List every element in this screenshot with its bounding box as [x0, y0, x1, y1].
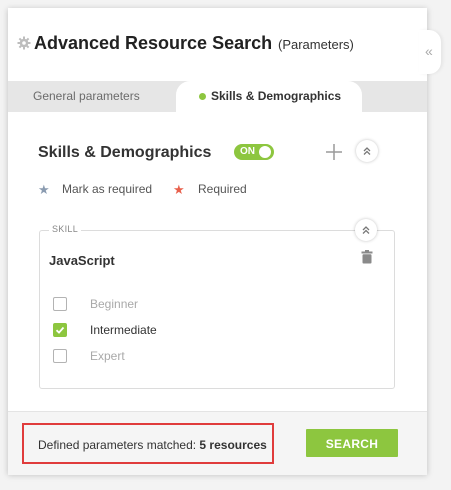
section-toggle[interactable]: ON [234, 144, 274, 160]
double-chevron-left-icon: « [425, 43, 433, 59]
toggle-knob [259, 146, 271, 158]
section-title: Skills & Demographics [38, 144, 212, 161]
mark-required-star-icon: ★ [38, 182, 50, 197]
chevron-up-icon [362, 226, 370, 234]
match-count: 5 resources [199, 438, 267, 452]
collapse-section-button[interactable] [356, 140, 378, 162]
tab-skills-demographics[interactable]: Skills & Demographics [176, 81, 362, 112]
collapse-skill-button[interactable] [355, 219, 377, 241]
level-label: Intermediate [90, 323, 157, 337]
match-status-highlight: Defined parameters matched: 5 resources [22, 423, 274, 464]
required-star-icon: ★ [173, 182, 185, 197]
panel-header: Advanced Resource Search (Parameters) [8, 8, 427, 81]
level-checkbox[interactable] [53, 323, 67, 337]
tab-general-parameters[interactable]: General parameters [33, 89, 140, 103]
plus-icon [326, 144, 342, 160]
panel-subtitle: (Parameters) [278, 37, 354, 52]
legend-required: Required [198, 182, 247, 196]
level-label: Beginner [90, 297, 139, 311]
level-checkbox[interactable] [53, 349, 67, 363]
level-label: Expert [90, 349, 125, 363]
active-tab-dot-icon [199, 93, 206, 100]
skill-section-label: SKILL [49, 224, 82, 234]
trash-icon[interactable] [361, 250, 373, 264]
search-panel: Advanced Resource Search (Parameters) « … [8, 8, 441, 475]
skill-card: SKILL JavaScript Beginner Intermediate E… [39, 219, 395, 389]
tab-bar: General parameters Skills & Demographics [8, 81, 427, 112]
gear-icon[interactable] [17, 36, 31, 50]
tab-skills-demographics-label: Skills & Demographics [211, 89, 342, 103]
level-checkbox[interactable] [53, 297, 67, 311]
skill-name: JavaScript [49, 253, 115, 268]
panel-title: Advanced Resource Search [34, 33, 273, 53]
match-status: Defined parameters matched: 5 resources [38, 438, 267, 452]
search-button[interactable]: SEARCH [306, 429, 398, 457]
checkmark-icon [55, 326, 65, 334]
collapse-panel-button[interactable]: « [419, 30, 441, 74]
chevron-up-icon [363, 147, 371, 155]
toggle-label: ON [240, 146, 255, 157]
match-status-prefix: Defined parameters matched: [38, 438, 200, 452]
legend-mark-as-required: Mark as required [62, 182, 153, 196]
add-criteria-button[interactable] [324, 142, 344, 162]
panel-footer: Defined parameters matched: 5 resources … [8, 411, 427, 475]
